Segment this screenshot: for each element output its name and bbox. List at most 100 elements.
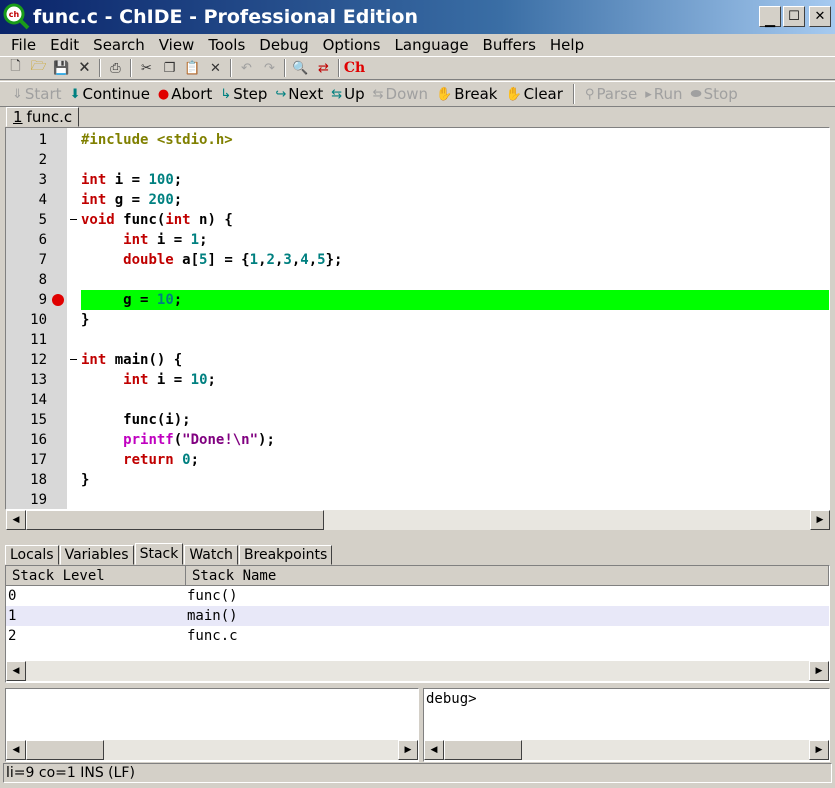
menu-options[interactable]: Options [316, 36, 388, 54]
continue-button[interactable]: ⬇ Continue [66, 85, 154, 103]
tab-breakpoints[interactable]: Breakpoints [238, 545, 333, 565]
code-line[interactable]: 6 int i = 1; [6, 230, 829, 250]
column-header-stack-name[interactable]: Stack Name [186, 566, 829, 586]
editor-horizontal-scrollbar[interactable]: ◀ ▶ [6, 510, 830, 530]
code-line[interactable]: 7 double a[5] = {1,2,3,4,5}; [6, 250, 829, 270]
scroll-left-arrow-icon[interactable]: ◀ [6, 510, 26, 530]
output-panel[interactable]: ◀ ▶ [5, 688, 419, 762]
scroll-left-arrow-icon[interactable]: ◀ [424, 740, 444, 760]
menu-buffers[interactable]: Buffers [476, 36, 543, 54]
open-folder-icon[interactable]: 🗁 [27, 57, 50, 79]
line-number: 10 [30, 312, 47, 328]
tab-locals[interactable]: Locals [5, 545, 59, 565]
code-line[interactable]: 16 printf("Done!\n"); [6, 430, 829, 450]
stack-horizontal-scrollbar[interactable]: ◀ ▶ [6, 661, 829, 681]
paste-icon[interactable]: 📋 [181, 57, 204, 79]
tab-func-c[interactable]: 1 func.c [6, 107, 80, 127]
minimize-button[interactable]: ▁ [759, 6, 781, 27]
breakpoint-icon[interactable] [52, 294, 64, 306]
code-line[interactable]: 8 [6, 270, 829, 290]
fold-marker[interactable] [70, 219, 77, 220]
code-line[interactable]: 5 void func(int n) { [6, 210, 829, 230]
code-line[interactable]: 18} [6, 470, 829, 490]
next-button[interactable]: ↪ Next [271, 85, 327, 103]
cut-icon[interactable]: ✂ [135, 57, 158, 79]
stack-name: main() [187, 608, 238, 624]
abort-button[interactable]: ● Abort [154, 85, 216, 103]
step-icon: ↳ [220, 86, 232, 102]
stack-row[interactable]: 1 main() [6, 606, 829, 626]
menu-edit[interactable]: Edit [43, 36, 86, 54]
code-line[interactable]: 12 int main() { [6, 350, 829, 370]
menu-language[interactable]: Language [388, 36, 476, 54]
tab-watch[interactable]: Watch [184, 545, 238, 565]
start-button[interactable]: ⇓ Start [8, 85, 66, 103]
chide-app-icon[interactable]: ch [3, 3, 31, 31]
tab-stack[interactable]: Stack [134, 543, 184, 565]
code-line[interactable]: 17 return 0; [6, 450, 829, 470]
scroll-left-arrow-icon[interactable]: ◀ [6, 740, 26, 760]
undo-icon[interactable]: ↶ [235, 57, 258, 79]
scroll-left-arrow-icon[interactable]: ◀ [6, 661, 26, 681]
menu-search[interactable]: Search [86, 36, 152, 54]
stop-icon: ⬬ [690, 86, 702, 102]
code-line[interactable]: 14 [6, 390, 829, 410]
code-editor[interactable]: 1 #include <stdio.h> 2 3 int i = 100; 4 int… [5, 127, 830, 510]
scroll-right-arrow-icon[interactable]: ▶ [809, 661, 829, 681]
code-line[interactable]: 3 int i = 100; [6, 170, 829, 190]
print-icon[interactable]: ⎙ [104, 57, 127, 79]
clear-button[interactable]: ✋ Clear [501, 85, 566, 103]
step-button[interactable]: ↳ Step [216, 85, 271, 103]
delete-icon[interactable]: ✕ [204, 57, 227, 79]
down-button[interactable]: ⇆ Down [369, 85, 432, 103]
ch-logo-icon[interactable]: Ch [343, 57, 366, 79]
scroll-right-arrow-icon[interactable]: ▶ [398, 740, 418, 760]
stack-row[interactable]: 0 func() [6, 586, 829, 606]
scroll-right-arrow-icon[interactable]: ▶ [810, 510, 830, 530]
code-line[interactable]: 19 [6, 490, 829, 509]
run-button[interactable]: ▸ Run [641, 85, 686, 103]
close-button[interactable]: ✕ [809, 6, 831, 27]
code-line[interactable]: 13 int i = 10; [6, 370, 829, 390]
up-button[interactable]: ⇆ Up [327, 85, 368, 103]
save-icon[interactable]: 💾 [50, 57, 73, 79]
output-horizontal-scrollbar[interactable]: ◀ ▶ [6, 740, 418, 760]
code-line[interactable]: 1 #include <stdio.h> [6, 130, 829, 150]
debug-console[interactable]: debug> ◀ ▶ [423, 688, 830, 762]
replace-icon[interactable]: ⇄ [312, 57, 335, 79]
menu-tools[interactable]: Tools [201, 36, 252, 54]
toolbar-separator [99, 59, 101, 77]
menu-help[interactable]: Help [543, 36, 591, 54]
tab-index: 1 [13, 108, 23, 126]
menu-file[interactable]: File [4, 36, 43, 54]
code-line[interactable]: 10} [6, 310, 829, 330]
scroll-thumb[interactable] [26, 740, 104, 760]
parse-button[interactable]: ⚲ Parse [581, 85, 641, 103]
code-line[interactable]: 2 [6, 150, 829, 170]
new-file-icon[interactable]: 🗋 [4, 57, 27, 79]
console-horizontal-scrollbar[interactable]: ◀ ▶ [424, 740, 829, 760]
copy-icon[interactable]: ❐ [158, 57, 181, 79]
scroll-thumb[interactable] [444, 740, 522, 760]
scroll-thumb[interactable] [26, 510, 324, 530]
code-line[interactable]: 15 func(i); [6, 410, 829, 430]
stop-button[interactable]: ⬬ Stop [687, 85, 742, 103]
maximize-button[interactable]: ☐ [783, 6, 805, 27]
stop-label: Stop [703, 85, 738, 103]
break-button[interactable]: ✋ Break [432, 85, 501, 103]
find-icon[interactable]: 🔍 [289, 57, 312, 79]
stack-row[interactable]: 2 func.c [6, 626, 829, 646]
close-file-icon[interactable]: 🗙 [73, 57, 96, 79]
scroll-right-arrow-icon[interactable]: ▶ [809, 740, 829, 760]
redo-icon[interactable]: ↷ [258, 57, 281, 79]
code-line[interactable]: 11 [6, 330, 829, 350]
tab-variables[interactable]: Variables [59, 545, 134, 565]
current-code-line[interactable]: 9 g = 10; [6, 290, 829, 310]
column-header-stack-level[interactable]: Stack Level [6, 566, 186, 586]
menu-debug[interactable]: Debug [252, 36, 315, 54]
step-label: Step [233, 85, 268, 103]
parse-icon: ⚲ [584, 86, 595, 102]
menu-view[interactable]: View [152, 36, 202, 54]
code-line[interactable]: 4 int g = 200; [6, 190, 829, 210]
fold-marker[interactable] [70, 359, 77, 360]
